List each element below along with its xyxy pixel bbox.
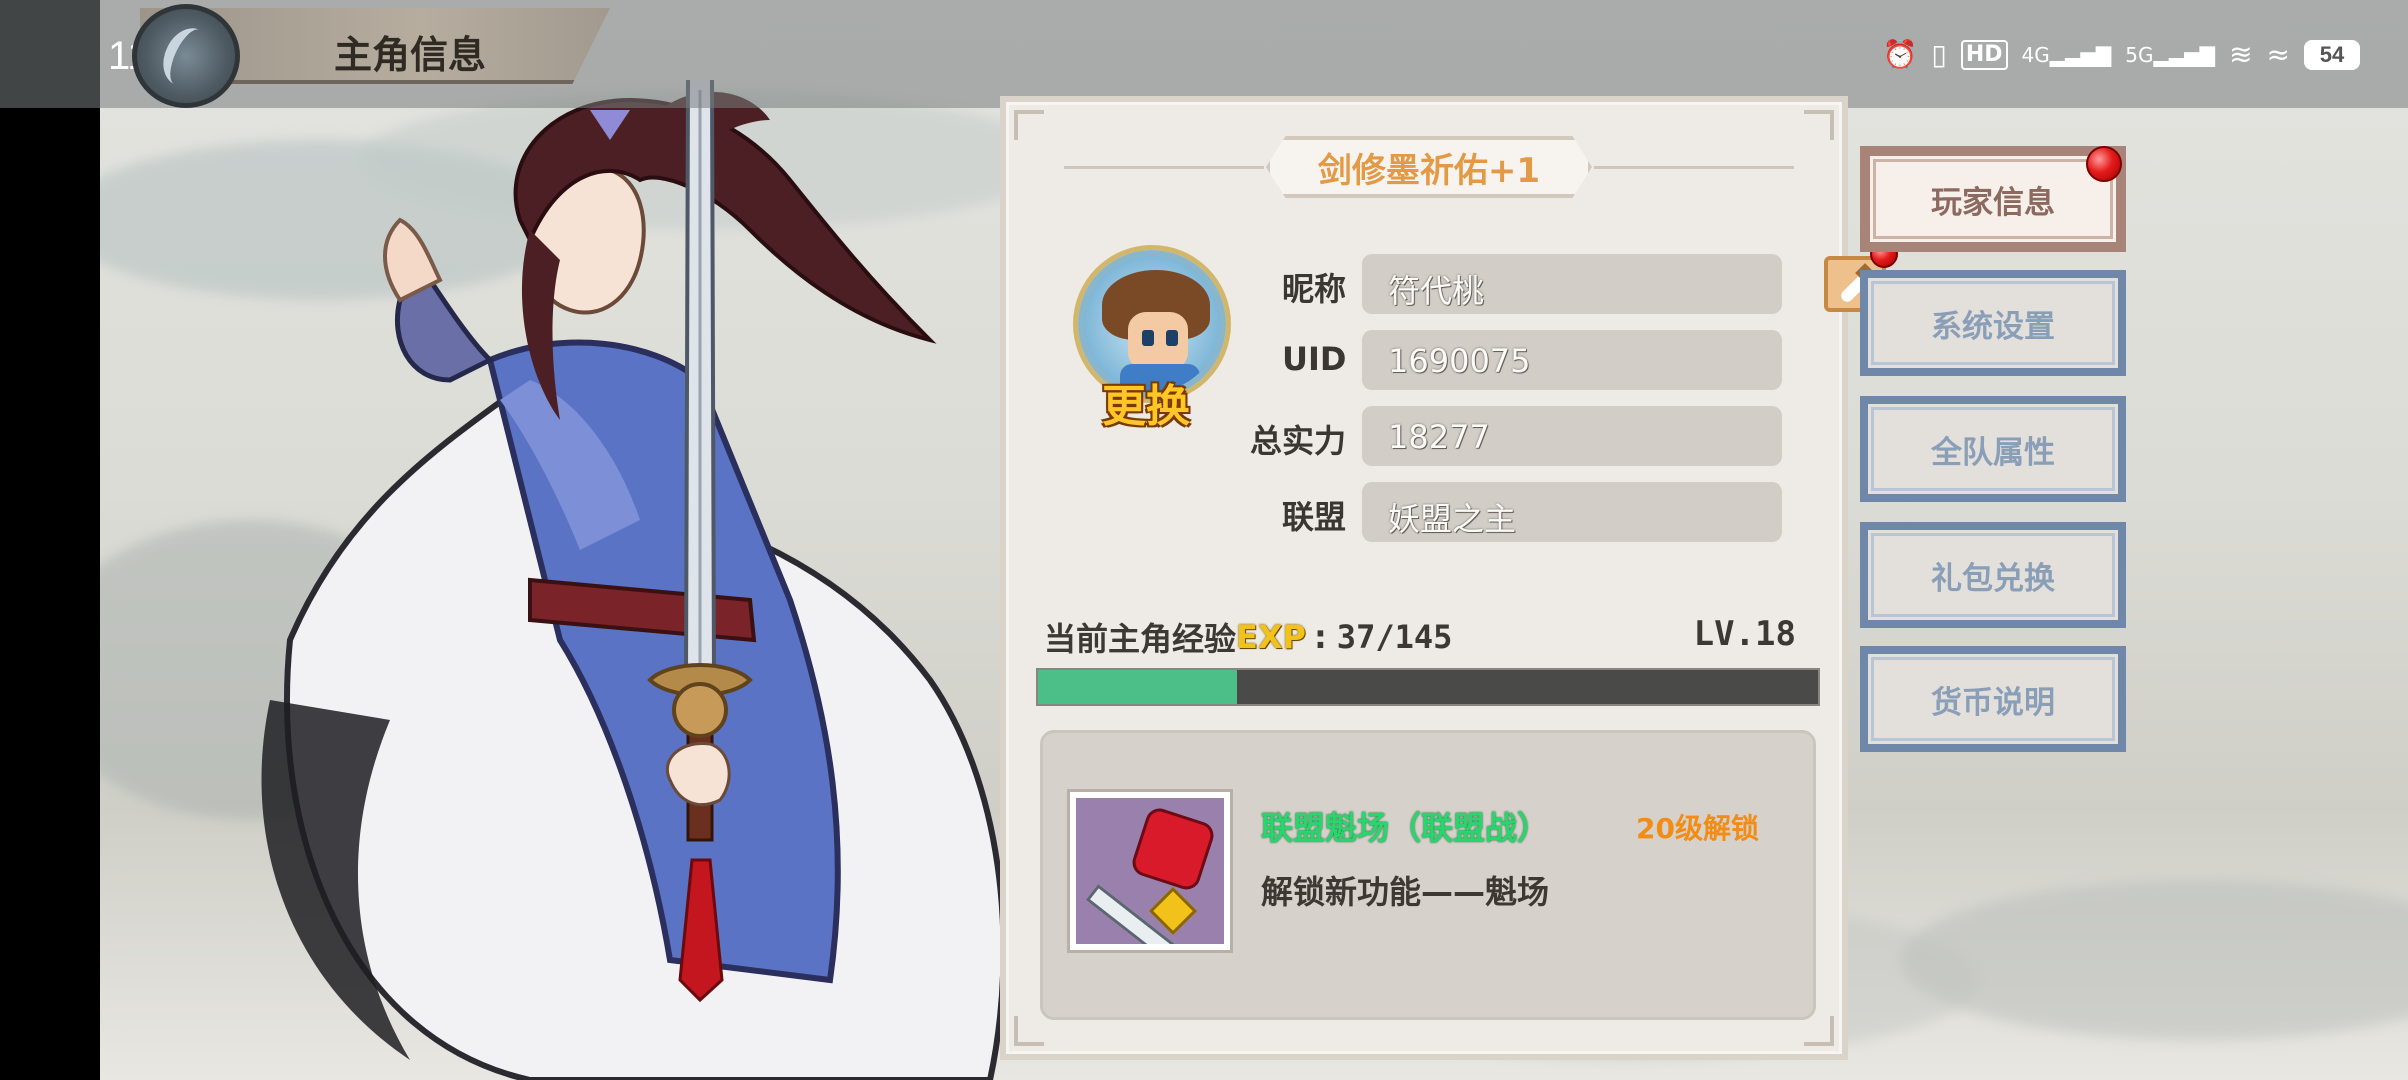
5g-signal-icon: 5G▂▃▅▇ (2125, 43, 2216, 67)
tab-label: 货币说明 (1931, 684, 2055, 721)
uid-value: 1690075 (1388, 342, 1531, 380)
unlock-requirement: 20级解锁 (1636, 812, 1759, 845)
alliance-label: 联盟 (1282, 498, 1347, 536)
alliance-field: 妖盟之主 (1362, 482, 1782, 542)
back-emblem-icon[interactable] (132, 4, 240, 108)
notification-dot (2086, 146, 2122, 182)
panel-corner-ornament (1804, 110, 1834, 140)
exp-progress-bar (1036, 668, 1820, 706)
unlock-feature-title: 联盟魁场（联盟战） (1261, 809, 1550, 847)
buff-banner: 剑修墨祈佑+1 (1064, 136, 1794, 198)
hero-artwork (261, 80, 1007, 1080)
battery-indicator: 54 (2304, 40, 2360, 70)
4g-signal-icon: 4G▂▃▅▇ (2021, 43, 2112, 67)
hotspot-icon: ≋ (2229, 38, 2253, 71)
tab-label: 系统设置 (1931, 308, 2055, 345)
power-label: 总实力 (1250, 422, 1347, 460)
player-info-panel: 剑修墨祈佑+1 更换 昵称 符代桃 UID 1690075 总实力 18277 (1000, 96, 1898, 1060)
panel-corner-ornament (1014, 1016, 1044, 1046)
power-row: 总实力 18277 (1250, 406, 1782, 466)
alarm-icon: ⏰ (1882, 38, 1918, 71)
exp-progress-fill (1038, 670, 1238, 704)
exp-colon: : (1314, 618, 1327, 656)
hd-icon: HD (1960, 40, 2008, 70)
nickname-value: 符代桃 (1388, 272, 1485, 310)
page-title: 主角信息 (334, 33, 487, 77)
tab-currency-info[interactable]: 货币说明 (1860, 646, 2126, 752)
tab-label: 礼包兑换 (1931, 560, 2055, 597)
uid-row: UID 1690075 (1252, 330, 1782, 390)
alliance-arena-icon (1067, 789, 1233, 953)
panel-corner-ornament (1804, 1016, 1834, 1046)
exp-value: 37/145 (1336, 618, 1453, 656)
nickname-row: 昵称 符代桃 (1252, 240, 1898, 314)
tab-team-attributes[interactable]: 全队属性 (1860, 396, 2126, 502)
4g-label: 4G (2021, 43, 2050, 67)
change-avatar-button[interactable]: 更换 (1102, 370, 1190, 434)
exp-tag: EXP (1236, 618, 1306, 656)
exp-readout: 当前主角经验 EXP : 37/145 (1044, 614, 1452, 660)
power-value: 18277 (1388, 418, 1490, 456)
uid-label: UID (1282, 340, 1347, 378)
tab-label: 玩家信息 (1931, 184, 2055, 221)
mist-mountain (1900, 880, 2408, 1040)
panel-corner-ornament (1014, 110, 1044, 140)
exp-label: 当前主角经验 (1044, 620, 1237, 658)
buff-text: 剑修墨祈佑+1 (1317, 150, 1541, 191)
buff-divider-right (1594, 166, 1794, 169)
wifi-icon: ≈ (2266, 38, 2290, 71)
buff-divider-left (1064, 166, 1264, 169)
power-field: 18277 (1362, 406, 1782, 466)
nickname-field: 符代桃 (1362, 240, 1898, 314)
nickname-label: 昵称 (1282, 270, 1347, 308)
alliance-value: 妖盟之主 (1388, 500, 1517, 538)
5g-label: 5G (2125, 43, 2154, 67)
feature-unlock-card: 联盟魁场（联盟战） 20级解锁 解锁新功能——魁场 (1040, 730, 1816, 1020)
tab-system-settings[interactable]: 系统设置 (1860, 270, 2126, 376)
alliance-row: 联盟 妖盟之主 (1252, 482, 1782, 542)
buff-label-box: 剑修墨祈佑+1 (1266, 136, 1592, 198)
vibrate-icon: ▯ (1931, 38, 1947, 71)
uid-field: 1690075 (1362, 330, 1782, 390)
unlock-description: 解锁新功能——魁场 (1261, 873, 1550, 911)
tab-label: 全队属性 (1931, 434, 2055, 471)
tab-gift-redeem[interactable]: 礼包兑换 (1860, 522, 2126, 628)
player-level: LV.18 (1693, 614, 1796, 654)
